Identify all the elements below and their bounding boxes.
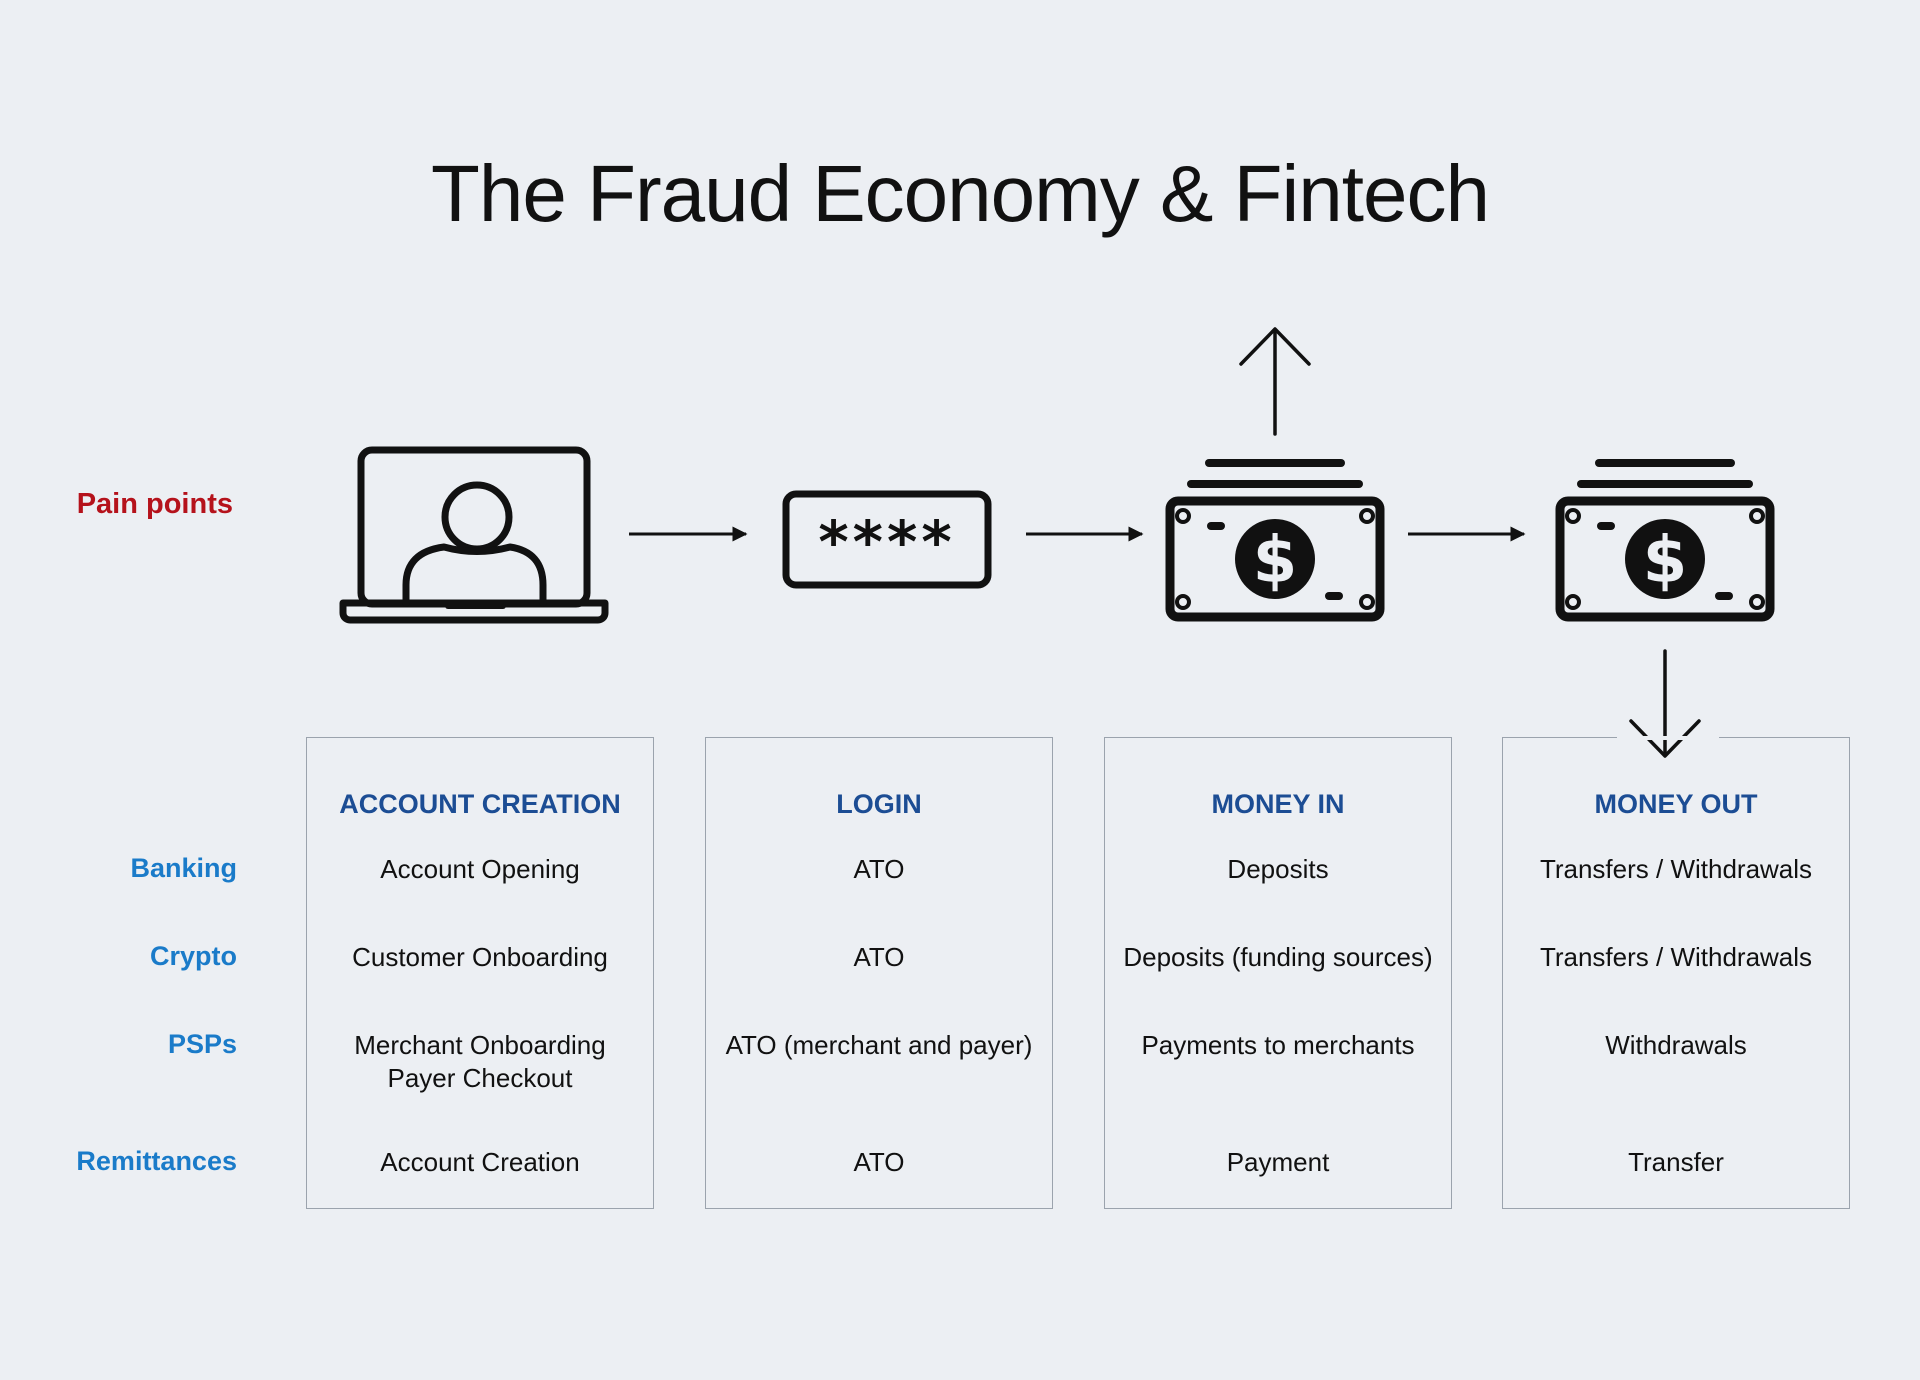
column-login: LOGIN ATO ATO ATO (merchant and payer) A…	[705, 737, 1053, 1209]
table-cell: Transfers / Withdrawals	[1539, 854, 1813, 884]
row-label-psps: PSPs	[167, 1029, 237, 1059]
pain-points-label: Pain points	[76, 488, 233, 520]
table-cell: Payments to merchants	[1141, 1030, 1415, 1060]
row-label-crypto: Crypto	[150, 941, 237, 971]
arrow-up-icon	[1239, 327, 1311, 436]
table-cell: Customer Onboarding	[352, 942, 608, 972]
table-cell: Deposits	[1227, 854, 1329, 884]
svg-text:$: $	[1253, 524, 1298, 598]
column-heading: MONEY IN	[1211, 789, 1345, 819]
svg-text:****: ****	[818, 508, 955, 576]
column-heading: LOGIN	[836, 789, 922, 819]
cash-stack-icon: $	[1165, 459, 1385, 622]
laptop-user-icon	[339, 446, 609, 624]
row-label-banking: Banking	[130, 853, 237, 883]
column-account-creation: ACCOUNT CREATION Account Opening Custome…	[306, 737, 654, 1209]
cash-stack-icon: $	[1555, 459, 1775, 622]
svg-text:$: $	[1643, 524, 1688, 598]
column-money-out: MONEY OUT Transfers / Withdrawals Transf…	[1502, 736, 1850, 1209]
table-cell: Transfers / Withdrawals	[1539, 942, 1813, 972]
column-heading: ACCOUNT CREATION	[339, 789, 621, 819]
column-heading: MONEY OUT	[1594, 789, 1758, 819]
table-cell: Payment	[1226, 1147, 1330, 1177]
table-cell: Deposits (funding sources)	[1123, 942, 1433, 972]
table-cell: Account Creation	[380, 1147, 580, 1177]
table-cell: Withdrawals	[1605, 1030, 1747, 1060]
table-cell: Account Opening	[380, 854, 580, 884]
table-cell: ATO	[853, 854, 905, 884]
table-cell: ATO	[853, 942, 905, 972]
table-cell: ATO (merchant and payer)	[725, 1030, 1033, 1060]
table-cell: Merchant Onboarding Payer Checkout	[354, 1030, 606, 1093]
column-money-in: MONEY IN Deposits Deposits (funding sour…	[1104, 737, 1452, 1209]
password-field-icon: ****	[782, 490, 992, 589]
border-gap	[1617, 736, 1719, 740]
table-cell: ATO	[853, 1147, 905, 1177]
row-label-remittances: Remittances	[76, 1146, 237, 1176]
table-cell: Transfer	[1628, 1147, 1724, 1177]
